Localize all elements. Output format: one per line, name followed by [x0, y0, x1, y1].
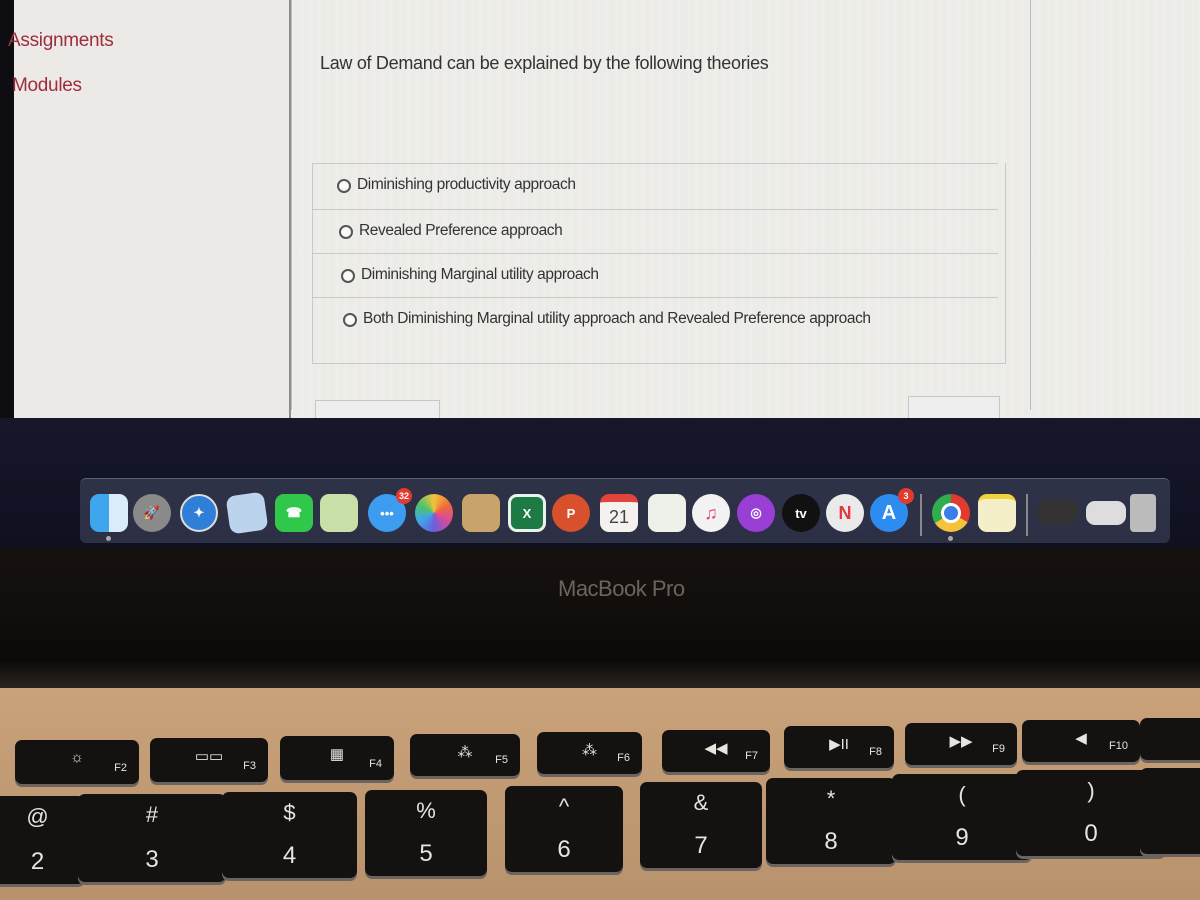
finder-icon[interactable] [90, 494, 128, 541]
key-label: 2 [30, 848, 45, 875]
app-store-icon[interactable]: A3 [870, 488, 914, 532]
key-label: 3 [145, 846, 159, 873]
preview-icon[interactable] [225, 491, 269, 535]
key-f2[interactable]: ☼ F2 [15, 740, 139, 784]
answer-list: Diminishing productivity approach Reveal… [312, 163, 1006, 364]
messages-icon[interactable]: ••• 32 [368, 488, 412, 532]
key-label: 4 [282, 842, 297, 869]
quiz-question-panel: Law of Demand can be explained by the fo… [291, 0, 1031, 410]
apple-tv-icon[interactable]: tv [782, 494, 820, 532]
key-6[interactable]: ^ 6 [505, 786, 623, 872]
launchpad-icon[interactable]: 🚀 [133, 494, 171, 532]
key-label: 9 [955, 824, 969, 851]
music-icon[interactable]: ♫ [692, 494, 730, 532]
answer-label[interactable]: Diminishing Marginal utility approach [361, 266, 599, 284]
news-icon[interactable]: N [826, 494, 864, 532]
photos-icon[interactable] [415, 494, 453, 532]
key-2[interactable]: @2 [0, 796, 85, 884]
key-shift-label: ( [958, 782, 966, 807]
key-shift-label: # [145, 802, 159, 827]
answer-option[interactable]: Diminishing productivity approach [313, 163, 998, 208]
key-minus[interactable] [1140, 768, 1200, 854]
answer-label[interactable]: Both Diminishing Marginal utility approa… [363, 310, 871, 328]
key-7[interactable]: & 7 [640, 782, 762, 868]
key-shift-label: $ [283, 800, 296, 825]
laptop-bezel: MacBook Pro [0, 548, 1200, 688]
key-shift-label: % [416, 798, 436, 823]
key-label: F6 [617, 752, 630, 764]
key-5[interactable]: % 5 [365, 790, 487, 876]
excel-icon[interactable]: X [508, 494, 546, 532]
device-brand-label: MacBook Pro [558, 576, 685, 601]
facetime-icon[interactable]: ☎ [275, 494, 313, 532]
key-f5[interactable]: ⁂ F5 [410, 734, 520, 776]
radio-button[interactable] [343, 313, 357, 327]
radio-button[interactable] [341, 269, 355, 283]
key-label: 8 [824, 828, 838, 855]
contacts-icon[interactable] [462, 494, 500, 532]
key-f3[interactable]: ▭▭ F3 [150, 738, 268, 782]
chrome-center [941, 503, 961, 523]
key-label: 7 [694, 832, 708, 859]
sidebar-item-modules[interactable]: Modules [12, 75, 82, 97]
reminders-icon[interactable] [648, 494, 686, 532]
key-label: F9 [992, 743, 1005, 755]
minimized-chrome-window[interactable] [1086, 501, 1126, 525]
key-3[interactable]: #3 [78, 794, 226, 882]
sidebar-item-assignments[interactable]: Assignments [8, 30, 114, 52]
notes-icon[interactable] [978, 494, 1016, 532]
key-8[interactable]: * 8 [766, 778, 896, 864]
key-f4[interactable]: ▦ F4 [280, 736, 394, 780]
key-label: F5 [495, 754, 508, 766]
running-indicator [948, 536, 953, 541]
key-shift-label: @ [26, 804, 49, 829]
calendar-icon[interactable]: 21 [600, 494, 638, 532]
course-sidebar: Assignments Modules [8, 0, 291, 418]
key-label: F10 [1109, 740, 1128, 752]
trash-icon[interactable] [1130, 494, 1156, 532]
powerpoint-icon[interactable]: P [552, 494, 590, 532]
answer-label[interactable]: Diminishing productivity approach [357, 176, 576, 194]
chrome-icon[interactable] [932, 494, 970, 541]
dock: 🚀 ✦ ☎ ••• 32 X P 21 ♫ ◎ tv N A3 [80, 478, 1170, 543]
radio-button[interactable] [337, 179, 351, 193]
key-f7[interactable]: ◀◀ F7 [662, 730, 770, 772]
key-9[interactable]: (9 [892, 774, 1032, 860]
answer-option[interactable]: Both Diminishing Marginal utility approa… [313, 297, 998, 342]
key-f6[interactable]: ⁂ F6 [537, 732, 642, 774]
notification-badge: 3 [898, 488, 914, 504]
answer-label[interactable]: Revealed Preference approach [359, 222, 563, 240]
key-f9[interactable]: ▶▶ F9 [905, 723, 1017, 765]
key-label: F3 [243, 760, 256, 772]
screen: Assignments Modules Law of Demand can be… [0, 0, 1200, 421]
key-f8[interactable]: ▶II F8 [784, 726, 894, 768]
keyboard: ☼ F2 ▭▭ F3 ▦ F4 ⁂ F5 ⁂ F6 ◀◀ F7 ▶II F8 ▶▶ F9 ◀ F1… [0, 688, 1200, 900]
key-label: F8 [869, 746, 882, 758]
dock-separator [1026, 494, 1028, 536]
key-f10[interactable]: ◀ F10 [1022, 720, 1140, 762]
app-store-glyph: A [881, 501, 897, 524]
answer-option[interactable]: Revealed Preference approach [313, 209, 998, 254]
maps-icon[interactable] [320, 494, 358, 532]
key-label: F2 [114, 762, 127, 774]
podcasts-icon[interactable]: ◎ [737, 494, 775, 532]
key-shift-label: & [693, 790, 709, 815]
key-label: F7 [745, 750, 758, 762]
key-label: F4 [369, 758, 382, 770]
key-label: 6 [557, 836, 571, 863]
key-f11[interactable] [1140, 718, 1200, 760]
radio-button[interactable] [339, 225, 353, 239]
safari-icon[interactable]: ✦ [180, 494, 218, 532]
minimized-chrome-window[interactable] [1038, 499, 1078, 525]
notification-badge: 32 [396, 488, 412, 504]
key-label: 5 [419, 840, 433, 867]
key-shift-label: * [826, 786, 836, 811]
dock-separator [920, 494, 922, 536]
key-4[interactable]: $4 [222, 792, 357, 878]
running-indicator [106, 536, 111, 541]
question-text: Law of Demand can be explained by the fo… [320, 53, 769, 73]
answer-option[interactable]: Diminishing Marginal utility approach [313, 253, 998, 298]
key-shift-label: ^ [558, 794, 570, 819]
